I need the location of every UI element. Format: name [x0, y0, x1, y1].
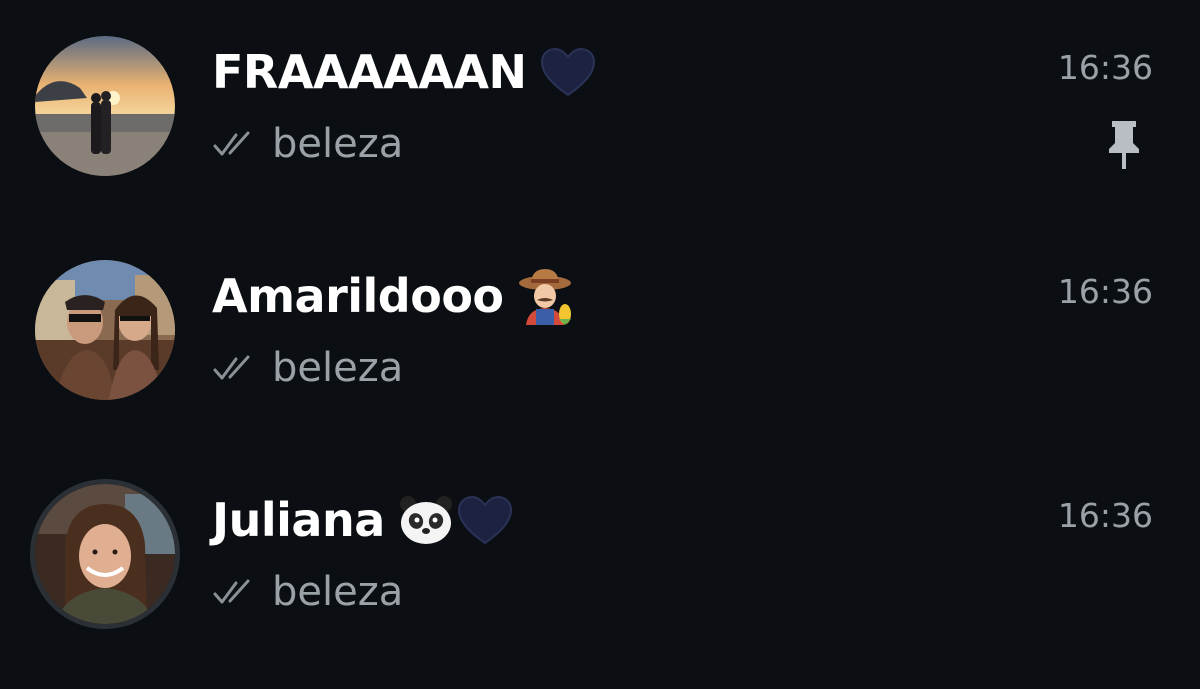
avatar[interactable]	[35, 36, 175, 176]
avatar[interactable]	[30, 479, 180, 629]
message-preview: beleza	[212, 118, 403, 170]
double-check-icon	[213, 355, 250, 380]
message-time: 16:36	[1057, 496, 1153, 535]
contact-name: Juliana	[212, 490, 513, 550]
double-check-icon	[213, 579, 250, 604]
contact-name: Amarildooo	[212, 266, 576, 326]
contact-name: FRAAAAAAN	[212, 42, 596, 102]
preview-text: beleza	[272, 569, 404, 615]
chat-list: FRAAAAAAN 16:36 beleza Amarildooo 16:36 …	[0, 0, 1200, 689]
contact-name-text: Amarildooo	[212, 269, 504, 323]
blue-heart-emoji	[457, 495, 513, 545]
message-preview: beleza	[212, 566, 403, 618]
contact-name-text: Juliana	[212, 493, 385, 547]
pin-icon	[1109, 121, 1139, 169]
preview-text: beleza	[272, 121, 404, 167]
farmer-emoji	[518, 267, 576, 325]
avatar[interactable]	[35, 260, 175, 400]
preview-text: beleza	[272, 345, 404, 391]
chat-row-amarildooo[interactable]: Amarildooo 16:36 beleza	[0, 224, 1200, 424]
message-time: 16:36	[1057, 48, 1153, 87]
chat-row-juliana[interactable]: Juliana 16:36 beleza	[0, 448, 1200, 648]
contact-name-text: FRAAAAAAN	[212, 45, 527, 99]
blue-heart-emoji	[540, 47, 596, 97]
message-time: 16:36	[1057, 272, 1153, 311]
message-preview: beleza	[212, 342, 403, 394]
chat-row-fraaaaaan[interactable]: FRAAAAAAN 16:36 beleza	[0, 0, 1200, 200]
double-check-icon	[213, 131, 250, 156]
panda-face-emoji	[399, 495, 453, 545]
